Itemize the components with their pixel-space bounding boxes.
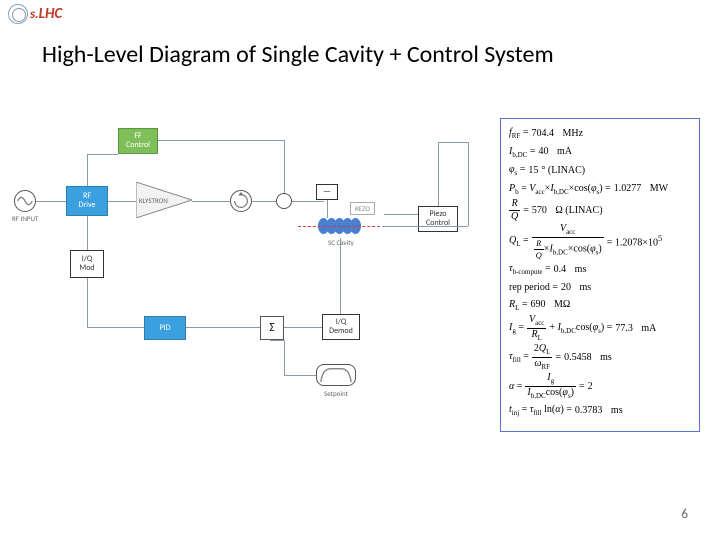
logo-main: LHC <box>39 5 63 23</box>
wire <box>36 201 66 202</box>
piezo-control-block: Piezo Control <box>418 206 458 232</box>
param-row: rep period = 20 ms <box>509 280 691 295</box>
wire <box>87 327 144 328</box>
wire <box>382 226 468 227</box>
rezo-block: REZO <box>350 202 375 215</box>
wire <box>87 154 88 186</box>
parameters-panel: fRF = 704.4 MHz Ib,DC = 40 mA φs = 15° (… <box>500 118 700 432</box>
sc-cavity-icon <box>318 218 358 239</box>
wire <box>468 142 469 226</box>
param-row: α = IgIb,DCcos(φs)= 2 <box>509 373 691 400</box>
wire <box>292 201 324 202</box>
wire <box>108 201 136 202</box>
circulator-icon <box>230 190 252 212</box>
param-row: QL = VaccRQ×Ib,DC×cos(φs)= 1.2078×105 <box>509 224 691 259</box>
wire <box>284 140 285 193</box>
pid-block: PID <box>144 316 186 340</box>
slide: s. LHC High-Level Diagram of Single Cavi… <box>0 0 720 540</box>
slhc-logo: s. LHC <box>8 4 62 24</box>
wire <box>192 201 230 202</box>
setpoint-icon <box>316 364 356 386</box>
coupler-box: — <box>316 184 338 200</box>
param-row: Ig = VaccRL+ Ib,DCcos(φs) = 77.3 mA <box>509 315 691 342</box>
param-row: Ib,DC = 40 mA <box>509 144 691 161</box>
wire <box>87 154 118 155</box>
param-row: φs = 15° (LINAC) <box>509 162 691 179</box>
wire <box>270 340 284 341</box>
beam-arrow-icon <box>298 226 390 227</box>
wire <box>284 340 285 375</box>
wire <box>158 140 284 141</box>
wire <box>87 216 88 250</box>
param-row: Pb = Vacc×Ib,DC×cos(φs) = 1.0277 MW <box>509 181 691 198</box>
rf-drive-block: RF Drive <box>66 186 108 216</box>
param-row: τfill = 2QLωRF= 0.5458 ms <box>509 344 691 371</box>
param-row: fRF = 704.4 MHz <box>509 125 691 142</box>
param-row: RQ= 570 Ω (LINAC) <box>509 199 691 222</box>
wire <box>340 238 341 322</box>
iq-mod-block: I/Q Mod <box>70 250 104 278</box>
wire <box>87 278 88 327</box>
block-diagram: RF INPUT RF Drive KLYSTRON FF Control — … <box>14 120 484 430</box>
wire <box>186 327 260 328</box>
rf-input-source-icon <box>14 190 36 212</box>
param-row: τb-compute = 0.4 ms <box>509 261 691 278</box>
page-title: High-Level Diagram of Single Cavity + Co… <box>42 40 554 69</box>
logo-ring-icon <box>8 4 28 24</box>
wire <box>438 142 468 143</box>
iq-demod-block: I/Q Demod <box>322 314 360 340</box>
wire <box>384 214 418 215</box>
logo-prefix: s. <box>30 7 39 22</box>
setpoint-label: Setpoint <box>324 389 348 398</box>
wire <box>252 201 276 202</box>
klystron-label: KLYSTRON <box>139 196 168 205</box>
sigma-block: Σ <box>260 316 284 340</box>
param-row: RL = 690 MΩ <box>509 297 691 314</box>
wire <box>327 200 328 218</box>
wire <box>438 142 439 206</box>
wire <box>284 327 322 328</box>
rf-input-label: RF INPUT <box>12 214 38 223</box>
param-row: tinj = τfill ln(α) = 0.3783 ms <box>509 402 691 419</box>
ff-control-block: FF Control <box>118 128 158 154</box>
wire <box>284 375 316 376</box>
page-number: 6 <box>681 507 688 522</box>
sum-node <box>276 193 292 209</box>
